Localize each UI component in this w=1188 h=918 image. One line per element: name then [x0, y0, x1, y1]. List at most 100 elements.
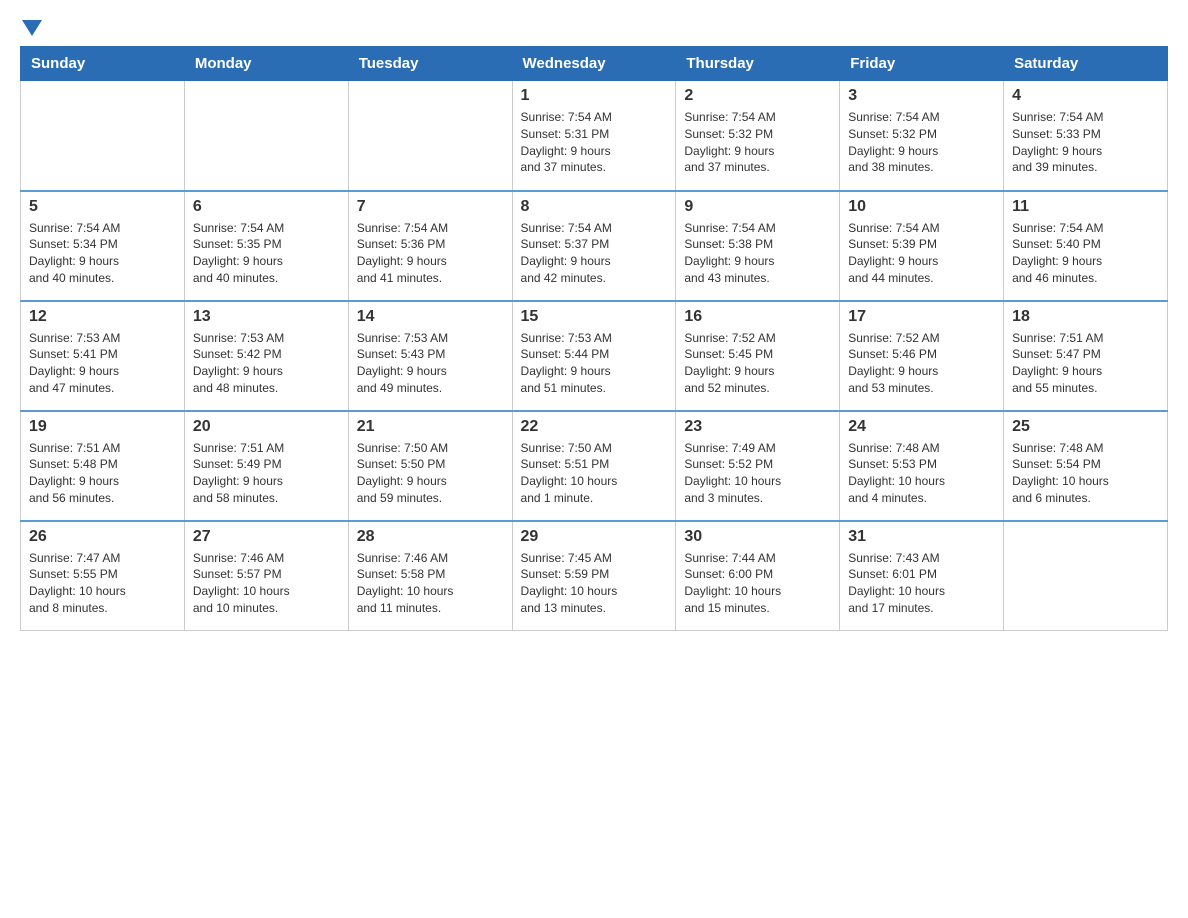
day-number: 22 [521, 418, 668, 436]
calendar-header-row: SundayMondayTuesdayWednesdayThursdayFrid… [21, 47, 1168, 81]
day-number: 6 [193, 198, 340, 216]
page-header [20, 20, 1168, 36]
day-number: 3 [848, 87, 995, 105]
day-number: 9 [684, 198, 831, 216]
day-info: Sunrise: 7:54 AMSunset: 5:39 PMDaylight:… [848, 220, 995, 287]
logo [20, 20, 42, 36]
day-number: 23 [684, 418, 831, 436]
calendar-header-sunday: Sunday [21, 47, 185, 81]
day-info: Sunrise: 7:54 AMSunset: 5:32 PMDaylight:… [684, 109, 831, 176]
calendar-cell: 23 Sunrise: 7:49 AMSunset: 5:52 PMDayligh… [676, 411, 840, 521]
day-number: 16 [684, 308, 831, 326]
calendar-cell: 5 Sunrise: 7:54 AMSunset: 5:34 PMDaylight… [21, 191, 185, 301]
day-info: Sunrise: 7:53 AMSunset: 5:43 PMDaylight:… [357, 330, 504, 397]
calendar-cell: 30 Sunrise: 7:44 AMSunset: 6:00 PMDayligh… [676, 521, 840, 631]
calendar-cell: 1 Sunrise: 7:54 AMSunset: 5:31 PMDaylight… [512, 81, 676, 191]
calendar-cell: 24 Sunrise: 7:48 AMSunset: 5:53 PMDayligh… [840, 411, 1004, 521]
day-number: 30 [684, 528, 831, 546]
calendar-cell: 18 Sunrise: 7:51 AMSunset: 5:47 PMDayligh… [1004, 301, 1168, 411]
day-info: Sunrise: 7:53 AMSunset: 5:41 PMDaylight:… [29, 330, 176, 397]
calendar-header-friday: Friday [840, 47, 1004, 81]
calendar-week-row: 12 Sunrise: 7:53 AMSunset: 5:41 PMDayligh… [21, 301, 1168, 411]
day-info: Sunrise: 7:49 AMSunset: 5:52 PMDaylight:… [684, 440, 831, 507]
calendar-cell: 7 Sunrise: 7:54 AMSunset: 5:36 PMDaylight… [348, 191, 512, 301]
day-info: Sunrise: 7:54 AMSunset: 5:34 PMDaylight:… [29, 220, 176, 287]
day-info: Sunrise: 7:53 AMSunset: 5:44 PMDaylight:… [521, 330, 668, 397]
day-info: Sunrise: 7:52 AMSunset: 5:45 PMDaylight:… [684, 330, 831, 397]
day-info: Sunrise: 7:54 AMSunset: 5:40 PMDaylight:… [1012, 220, 1159, 287]
calendar-table: SundayMondayTuesdayWednesdayThursdayFrid… [20, 46, 1168, 631]
calendar-cell: 14 Sunrise: 7:53 AMSunset: 5:43 PMDayligh… [348, 301, 512, 411]
day-number: 31 [848, 528, 995, 546]
day-info: Sunrise: 7:54 AMSunset: 5:33 PMDaylight:… [1012, 109, 1159, 176]
day-info: Sunrise: 7:46 AMSunset: 5:57 PMDaylight:… [193, 550, 340, 617]
calendar-week-row: 26Sunrise: 7:47 AMSunset: 5:55 PMDayligh… [21, 521, 1168, 631]
calendar-cell: 21Sunrise: 7:50 AMSunset: 5:50 PMDayligh… [348, 411, 512, 521]
day-info: Sunrise: 7:52 AMSunset: 5:46 PMDaylight:… [848, 330, 995, 397]
day-info: Sunrise: 7:54 AMSunset: 5:31 PMDaylight:… [521, 109, 668, 176]
day-info: Sunrise: 7:45 AMSunset: 5:59 PMDaylight:… [521, 550, 668, 617]
calendar-cell: 16 Sunrise: 7:52 AMSunset: 5:45 PMDayligh… [676, 301, 840, 411]
day-number: 11 [1012, 198, 1159, 216]
day-info: Sunrise: 7:53 AMSunset: 5:42 PMDaylight:… [193, 330, 340, 397]
day-number: 14 [357, 308, 504, 326]
day-number: 7 [357, 198, 504, 216]
calendar-cell: 12 Sunrise: 7:53 AMSunset: 5:41 PMDayligh… [21, 301, 185, 411]
calendar-cell: 22Sunrise: 7:50 AMSunset: 5:51 PMDayligh… [512, 411, 676, 521]
calendar-cell: 2 Sunrise: 7:54 AMSunset: 5:32 PMDaylight… [676, 81, 840, 191]
day-info: Sunrise: 7:48 AMSunset: 5:53 PMDaylight:… [848, 440, 995, 507]
calendar-cell: 29Sunrise: 7:45 AMSunset: 5:59 PMDayligh… [512, 521, 676, 631]
day-info: Sunrise: 7:47 AMSunset: 5:55 PMDaylight:… [29, 550, 176, 617]
day-number: 19 [29, 418, 176, 436]
calendar-cell: 17Sunrise: 7:52 AMSunset: 5:46 PMDayligh… [840, 301, 1004, 411]
calendar-cell: 25 Sunrise: 7:48 AMSunset: 5:54 PMDayligh… [1004, 411, 1168, 521]
calendar-cell: 27 Sunrise: 7:46 AMSunset: 5:57 PMDayligh… [184, 521, 348, 631]
calendar-cell: 10Sunrise: 7:54 AMSunset: 5:39 PMDayligh… [840, 191, 1004, 301]
day-number: 2 [684, 87, 831, 105]
calendar-cell: 20Sunrise: 7:51 AMSunset: 5:49 PMDayligh… [184, 411, 348, 521]
day-info: Sunrise: 7:54 AMSunset: 5:35 PMDaylight:… [193, 220, 340, 287]
calendar-cell: 19 Sunrise: 7:51 AMSunset: 5:48 PMDayligh… [21, 411, 185, 521]
day-info: Sunrise: 7:50 AMSunset: 5:50 PMDaylight:… [357, 440, 504, 507]
calendar-cell: 13 Sunrise: 7:53 AMSunset: 5:42 PMDayligh… [184, 301, 348, 411]
calendar-cell [348, 81, 512, 191]
day-info: Sunrise: 7:54 AMSunset: 5:32 PMDaylight:… [848, 109, 995, 176]
day-number: 5 [29, 198, 176, 216]
day-number: 12 [29, 308, 176, 326]
calendar-cell: 4 Sunrise: 7:54 AMSunset: 5:33 PMDaylight… [1004, 81, 1168, 191]
calendar-header-saturday: Saturday [1004, 47, 1168, 81]
calendar-cell: 6 Sunrise: 7:54 AMSunset: 5:35 PMDaylight… [184, 191, 348, 301]
day-info: Sunrise: 7:46 AMSunset: 5:58 PMDaylight:… [357, 550, 504, 617]
day-number: 8 [521, 198, 668, 216]
calendar-cell: 31 Sunrise: 7:43 AMSunset: 6:01 PMDayligh… [840, 521, 1004, 631]
day-number: 25 [1012, 418, 1159, 436]
calendar-cell: 26Sunrise: 7:47 AMSunset: 5:55 PMDayligh… [21, 521, 185, 631]
day-info: Sunrise: 7:54 AMSunset: 5:38 PMDaylight:… [684, 220, 831, 287]
calendar-header-thursday: Thursday [676, 47, 840, 81]
day-number: 18 [1012, 308, 1159, 326]
calendar-cell: 28Sunrise: 7:46 AMSunset: 5:58 PMDayligh… [348, 521, 512, 631]
calendar-cell: 15 Sunrise: 7:53 AMSunset: 5:44 PMDayligh… [512, 301, 676, 411]
calendar-week-row: 1 Sunrise: 7:54 AMSunset: 5:31 PMDaylight… [21, 81, 1168, 191]
calendar-cell: 3 Sunrise: 7:54 AMSunset: 5:32 PMDaylight… [840, 81, 1004, 191]
day-number: 27 [193, 528, 340, 546]
day-number: 24 [848, 418, 995, 436]
day-info: Sunrise: 7:51 AMSunset: 5:49 PMDaylight:… [193, 440, 340, 507]
day-info: Sunrise: 7:51 AMSunset: 5:47 PMDaylight:… [1012, 330, 1159, 397]
calendar-header-tuesday: Tuesday [348, 47, 512, 81]
calendar-cell [1004, 521, 1168, 631]
calendar-cell [184, 81, 348, 191]
day-info: Sunrise: 7:43 AMSunset: 6:01 PMDaylight:… [848, 550, 995, 617]
day-info: Sunrise: 7:44 AMSunset: 6:00 PMDaylight:… [684, 550, 831, 617]
day-number: 4 [1012, 87, 1159, 105]
day-info: Sunrise: 7:54 AMSunset: 5:36 PMDaylight:… [357, 220, 504, 287]
day-number: 1 [521, 87, 668, 105]
calendar-header-monday: Monday [184, 47, 348, 81]
calendar-header-wednesday: Wednesday [512, 47, 676, 81]
day-number: 13 [193, 308, 340, 326]
day-number: 15 [521, 308, 668, 326]
day-info: Sunrise: 7:51 AMSunset: 5:48 PMDaylight:… [29, 440, 176, 507]
day-info: Sunrise: 7:48 AMSunset: 5:54 PMDaylight:… [1012, 440, 1159, 507]
calendar-cell: 9 Sunrise: 7:54 AMSunset: 5:38 PMDaylight… [676, 191, 840, 301]
calendar-cell: 8Sunrise: 7:54 AMSunset: 5:37 PMDaylight… [512, 191, 676, 301]
